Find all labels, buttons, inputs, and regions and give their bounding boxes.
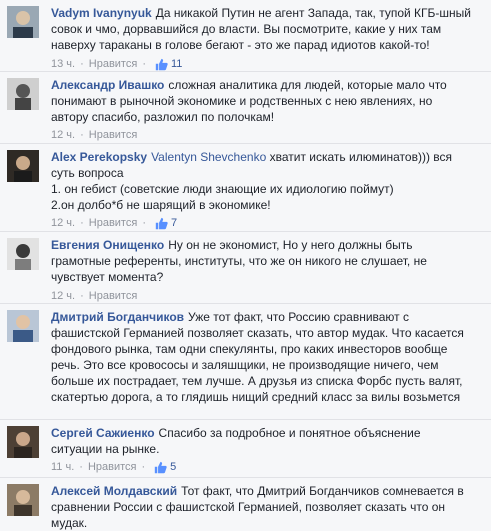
avatar[interactable] bbox=[7, 238, 39, 270]
comment-text-line: Спасибо за подробное и понятное объяснен… bbox=[158, 426, 421, 440]
like-count-value: 5 bbox=[170, 461, 177, 473]
avatar-silhouette-icon bbox=[7, 484, 39, 516]
comment-author[interactable]: Сергей Сажиенко bbox=[51, 426, 155, 440]
comment-text-line: суть вопроса bbox=[51, 166, 124, 180]
comment-meta: 12 ч. · Нравится bbox=[51, 289, 137, 303]
comment: Vadym Ivanynyuk Да никакой Путин не агент… bbox=[0, 0, 491, 72]
comment-body: Vadym Ivanynyuk Да никакой Путин не агент… bbox=[51, 5, 483, 53]
comment-time[interactable]: 12 ч. bbox=[51, 289, 75, 303]
comment: Александр Ивашко сложная аналитика для лю… bbox=[0, 72, 491, 144]
separator: · bbox=[80, 217, 84, 229]
comment-time[interactable]: 12 ч. bbox=[51, 216, 75, 230]
avatar-silhouette-icon bbox=[7, 426, 39, 458]
comment-body: Дмитрий Богданчиков Уже тот факт, что Рос… bbox=[51, 309, 483, 405]
avatar-silhouette-icon bbox=[7, 238, 39, 270]
comment-body: Сергей Сажиенко Спасибо за подробное и по… bbox=[51, 425, 483, 457]
like-link[interactable]: Нравится bbox=[89, 128, 138, 142]
comment-time[interactable]: 13 ч. bbox=[51, 57, 75, 71]
comment-text-line: 2.он долбо*б не шарящий в экономике! bbox=[51, 198, 271, 212]
avatar[interactable] bbox=[7, 78, 39, 110]
avatar-silhouette-icon bbox=[7, 6, 39, 38]
comment-meta: 12 ч. · Нравится bbox=[51, 128, 137, 142]
like-link[interactable]: Нравится bbox=[89, 57, 138, 71]
avatar-silhouette-icon bbox=[7, 78, 39, 110]
comment-meta: 13 ч. · Нравится · 11 bbox=[51, 57, 182, 71]
comment-thread: Vadym Ivanynyuk Да никакой Путин не агент… bbox=[0, 0, 491, 531]
like-link[interactable]: Нравится bbox=[89, 289, 138, 303]
comment-text-line: речь. Это все кровососы и заляшщики, не … bbox=[51, 358, 439, 372]
separator: · bbox=[80, 129, 84, 141]
comment-text-line: совок и чмо, дорвавшийся до власти. Вы п… bbox=[51, 22, 442, 36]
comment: Дмитрий Богданчиков Уже тот факт, что Рос… bbox=[0, 304, 491, 420]
comment-author[interactable]: Евгения Онищенко bbox=[51, 238, 164, 252]
comment-text-line: хватит искать илюминатов))) вся bbox=[269, 150, 453, 164]
comment-text-line: скатертью дорога, а то глядишь нищий сре… bbox=[51, 390, 461, 404]
comment-text-line: чувствует момента? bbox=[51, 270, 164, 284]
comment-text-line: сравнении России с фашистской Германией,… bbox=[51, 500, 446, 514]
like-count[interactable]: 7 bbox=[155, 216, 177, 230]
avatar-silhouette-icon bbox=[7, 310, 39, 342]
like-count-value: 11 bbox=[170, 58, 183, 70]
comment-body: Евгения Онищенко Ну он не экономист, Но у… bbox=[51, 237, 483, 285]
comment-text-line: больше их пострадает, тем лучше. А друзь… bbox=[51, 374, 463, 388]
separator: · bbox=[142, 58, 146, 70]
comment-body: Alex Perekopsky Valentyn Shevchenko хвати… bbox=[51, 149, 483, 213]
comment-text-line: мудак. bbox=[51, 516, 88, 530]
avatar-silhouette-icon bbox=[7, 150, 39, 182]
comment-text-line: фондового рынка, там одни спекулянты, пр… bbox=[51, 342, 448, 356]
comment-time[interactable]: 11 ч. bbox=[51, 460, 74, 474]
avatar[interactable] bbox=[7, 310, 39, 342]
avatar[interactable] bbox=[7, 426, 39, 458]
like-count-value: 7 bbox=[170, 217, 178, 229]
comment-text-line: автору спасибо, разложил по полочкам! bbox=[51, 110, 275, 124]
comment-body: Алексей Молдавский Тот факт, что Дмитрий … bbox=[51, 483, 483, 531]
comment: Alex Perekopsky Valentyn Shevchenko хвати… bbox=[0, 144, 491, 232]
comment: Алексей Молдавский Тот факт, что Дмитрий … bbox=[0, 478, 491, 531]
thumbs-up-icon bbox=[155, 58, 168, 70]
comment-author[interactable]: Vadym Ivanynyuk bbox=[51, 6, 152, 20]
comment-meta: 12 ч. · Нравится · 7 bbox=[51, 216, 177, 230]
comment-author[interactable]: Алексей Молдавский bbox=[51, 484, 177, 498]
comment-author[interactable]: Александр Ивашко bbox=[51, 78, 164, 92]
comment-text-line: сложная аналитика для людей, которые мал… bbox=[168, 78, 447, 92]
like-count[interactable]: 5 bbox=[154, 460, 176, 474]
separator: · bbox=[141, 461, 146, 473]
comment-text-line: понимают в рыночной экономике и родствен… bbox=[51, 94, 433, 108]
avatar[interactable] bbox=[7, 150, 39, 182]
comment-text-line: Ну он не экономист, Но у него должны быт… bbox=[168, 238, 413, 252]
comment-text-line: ситуации на рынке. bbox=[51, 442, 160, 456]
comment-text-line: Тот факт, что Дмитрий Богданчиков сомнев… bbox=[181, 484, 464, 498]
comment-text-line: наверху тараканы в голове бегают - это ж… bbox=[51, 38, 430, 52]
mention-link[interactable]: Valentyn Shevchenko bbox=[151, 150, 266, 164]
separator: · bbox=[80, 290, 84, 302]
comment-text-line: грамотные референты, институты, что же о… bbox=[51, 254, 427, 268]
separator: · bbox=[142, 217, 146, 229]
comment-author[interactable]: Дмитрий Богданчиков bbox=[51, 310, 184, 324]
comment-body: Александр Ивашко сложная аналитика для лю… bbox=[51, 77, 483, 125]
thumbs-up-icon bbox=[154, 461, 167, 473]
avatar[interactable] bbox=[7, 6, 39, 38]
separator: · bbox=[79, 461, 83, 473]
comment-meta: 11 ч. · Нравится · 5 bbox=[51, 460, 176, 474]
comment-text-line: Уже тот факт, что Россию сравнивают с bbox=[188, 310, 409, 324]
like-link[interactable]: Нравится bbox=[88, 460, 137, 474]
comment-time[interactable]: 12 ч. bbox=[51, 128, 75, 142]
thumbs-up-icon bbox=[155, 217, 168, 229]
like-link[interactable]: Нравится bbox=[89, 216, 138, 230]
like-count[interactable]: 11 bbox=[155, 57, 182, 71]
comment: Евгения Онищенко Ну он не экономист, Но у… bbox=[0, 232, 491, 304]
comment-author[interactable]: Alex Perekopsky bbox=[51, 150, 147, 164]
avatar[interactable] bbox=[7, 484, 39, 516]
separator: · bbox=[80, 58, 84, 70]
comment-text-line: Да никакой Путин не агент Запада, так, т… bbox=[155, 6, 471, 20]
comment-text-line: фашистской Германией позволяет сказать, … bbox=[51, 326, 464, 340]
comment-text-line: 1. он гебист (советские люди знающие их … bbox=[51, 182, 394, 196]
comment: Сергей Сажиенко Спасибо за подробное и по… bbox=[0, 420, 491, 478]
